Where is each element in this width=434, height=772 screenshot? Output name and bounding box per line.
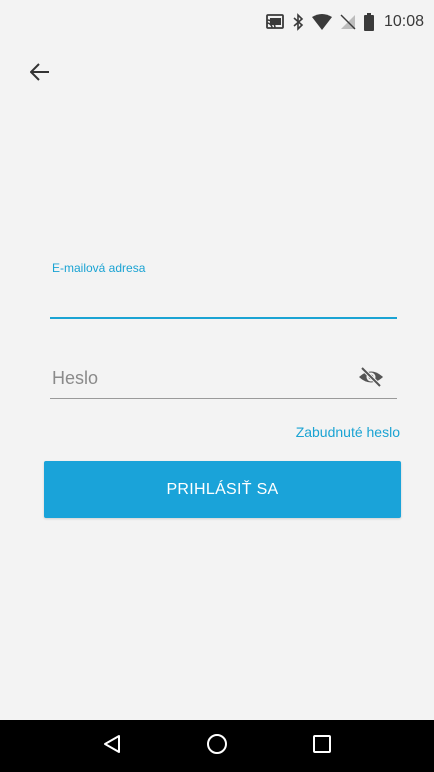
battery-icon [363,13,374,31]
login-button[interactable]: PRIHLÁSIŤ SA [44,461,401,518]
forgot-password-link[interactable]: Zabudnuté heslo [296,424,400,440]
nav-back-button[interactable] [94,728,130,764]
nav-recents-button[interactable] [304,728,340,764]
arrow-left-icon [29,62,50,86]
status-time: 10:08 [383,13,424,30]
eye-off-icon [358,366,384,393]
back-triangle-icon [103,734,121,759]
recents-square-icon [312,734,332,759]
email-underline [50,317,397,319]
wifi-icon [311,14,332,30]
home-circle-icon [206,733,228,760]
cast-icon [266,14,284,30]
login-screen: 10:08 E-mailová adresa Zabudnuté heslo P… [0,0,434,772]
password-input[interactable] [50,362,354,394]
nav-home-button[interactable] [199,728,235,764]
back-button[interactable] [26,60,54,88]
password-visibility-toggle[interactable] [356,366,386,392]
password-underline [50,398,397,399]
email-input[interactable] [50,282,400,316]
bluetooth-icon [292,13,304,31]
no-sim-icon [340,14,356,30]
navigation-bar [0,720,434,772]
email-label: E-mailová adresa [52,261,146,275]
status-bar: 10:08 [0,0,434,44]
